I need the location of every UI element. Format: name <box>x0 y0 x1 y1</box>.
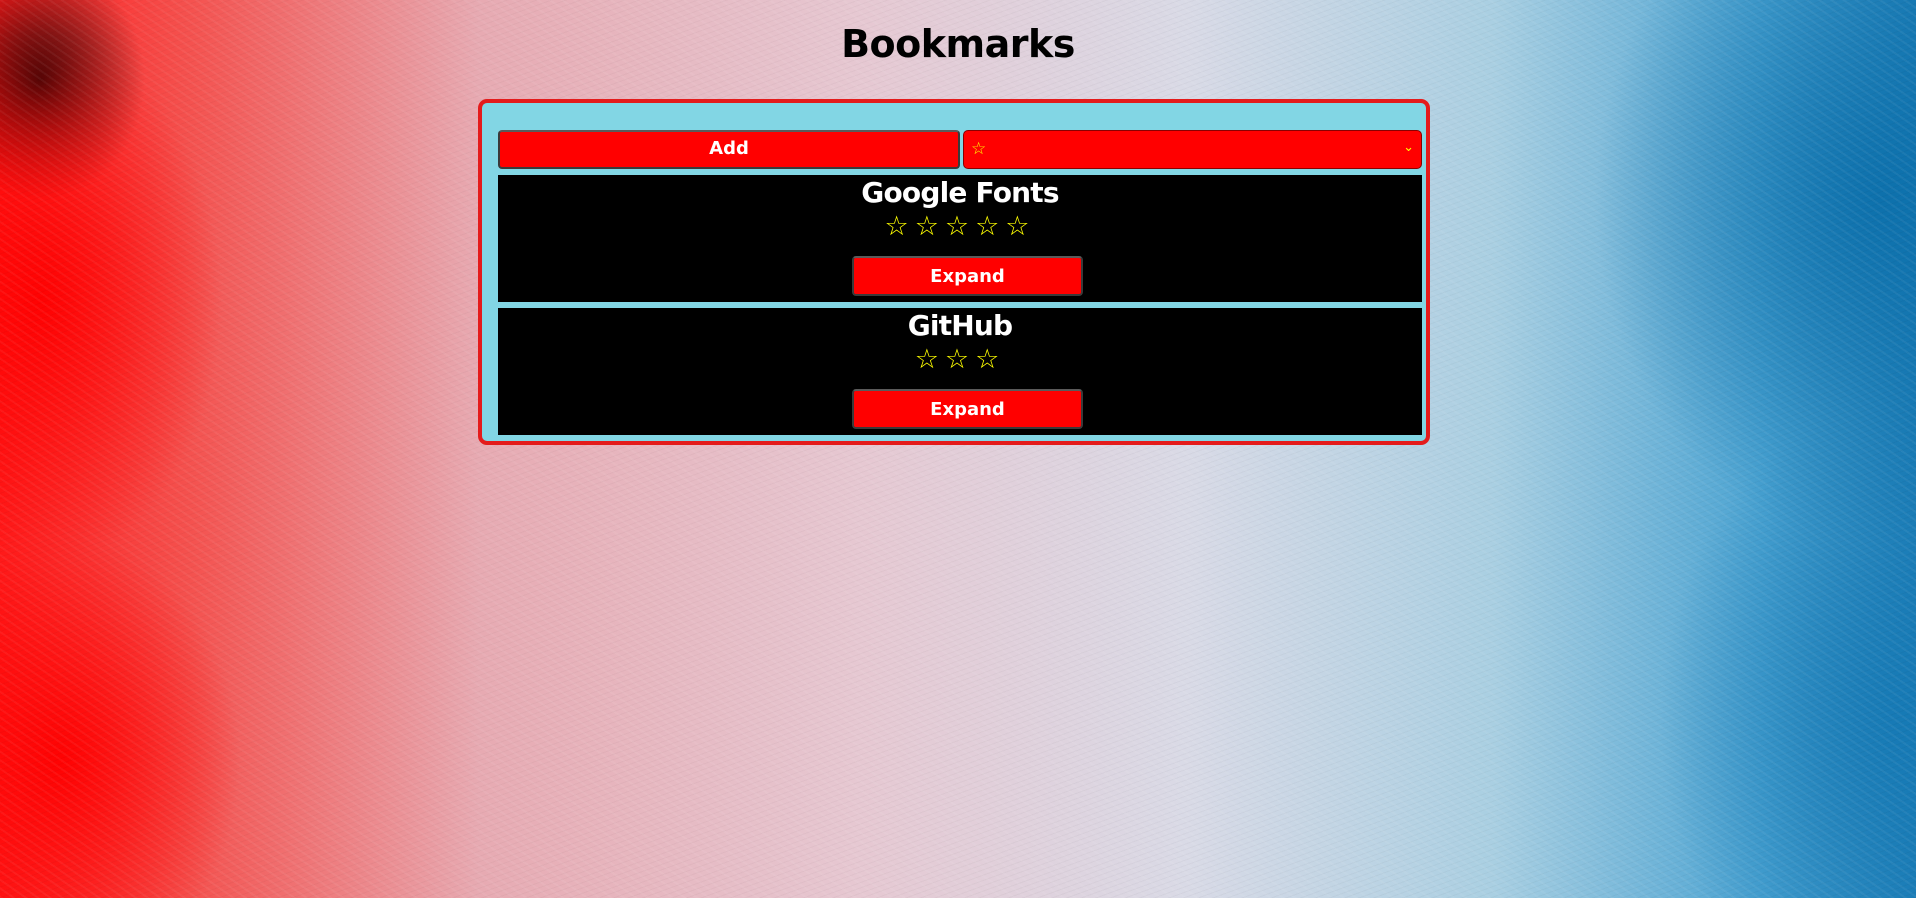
add-button[interactable]: Add <box>498 130 960 169</box>
bookmark-title: GitHub <box>907 309 1013 342</box>
bookmark-card: GitHub ☆☆☆ Expand <box>498 308 1422 435</box>
toolbar: Add ☆ ⌄ <box>498 130 1422 169</box>
star-icon: ☆ <box>971 139 987 159</box>
rating-filter-select[interactable]: ☆ ⌄ <box>963 130 1422 169</box>
expand-button[interactable]: Expand <box>852 256 1083 296</box>
expand-button[interactable]: Expand <box>852 389 1083 429</box>
chevron-down-icon: ⌄ <box>1403 140 1414 155</box>
page-title: Bookmarks <box>841 22 1075 66</box>
bookmarks-panel: Add ☆ ⌄ Google Fonts ☆☆☆☆☆ Expand GitHub… <box>478 99 1430 445</box>
bookmark-title: Google Fonts <box>861 176 1059 209</box>
star-rating: ☆☆☆☆☆ <box>884 211 1036 242</box>
star-rating: ☆☆☆ <box>914 344 1006 375</box>
bookmark-card: Google Fonts ☆☆☆☆☆ Expand <box>498 175 1422 302</box>
